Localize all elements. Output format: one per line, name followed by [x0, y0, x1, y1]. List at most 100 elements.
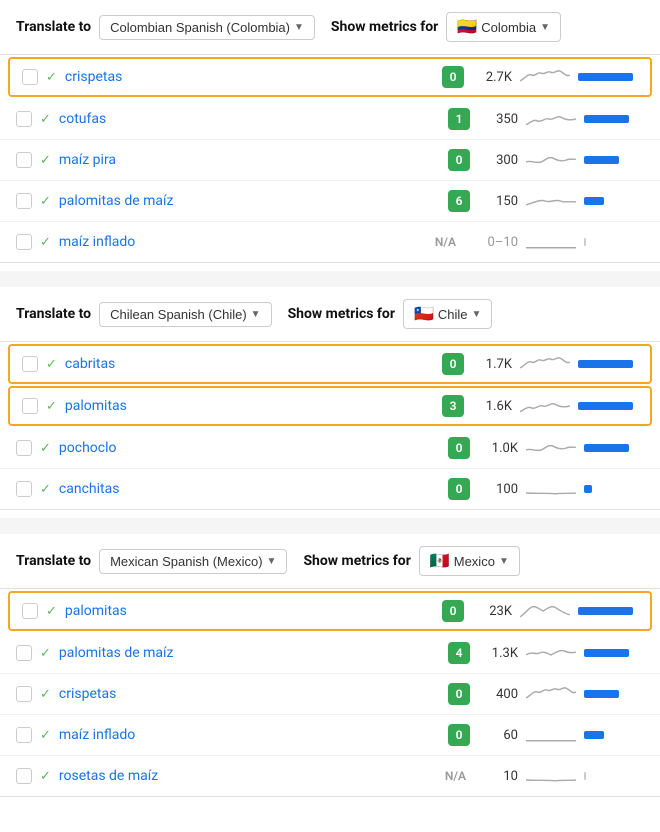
- row-badge: 0: [448, 683, 470, 705]
- row-checkmark-icon: ✓: [46, 357, 57, 372]
- row-checkmark-icon: ✓: [40, 441, 51, 456]
- translate-dropdown[interactable]: Colombian Spanish (Colombia)▼: [99, 15, 315, 40]
- row-bar-container: [584, 115, 644, 123]
- row-checkbox[interactable]: [16, 645, 32, 661]
- row-volume: 1.0K: [478, 441, 518, 456]
- row-badge: 0: [448, 437, 470, 459]
- row-checkbox[interactable]: [16, 481, 32, 497]
- row-sparkline: [526, 436, 576, 460]
- row-bar-container: [578, 607, 638, 615]
- translate-dropdown[interactable]: Mexican Spanish (Mexico)▼: [99, 549, 287, 574]
- row-checkbox[interactable]: [16, 234, 32, 250]
- table-row: ✓palomitas31.6K: [8, 386, 652, 426]
- row-keyword-name[interactable]: crispetas: [59, 686, 440, 702]
- row-checkbox[interactable]: [22, 69, 38, 85]
- row-bar: [584, 444, 629, 452]
- row-volume: 2.7K: [472, 70, 512, 85]
- row-sparkline: [526, 477, 576, 501]
- row-checkbox[interactable]: [16, 727, 32, 743]
- row-checkmark-icon: ✓: [40, 482, 51, 497]
- row-checkbox[interactable]: [16, 686, 32, 702]
- country-flag-icon: 🇨🇱: [414, 304, 434, 324]
- row-bar: [584, 772, 586, 780]
- row-checkmark-icon: ✓: [40, 687, 51, 702]
- table-row: ✓maíz inflado060: [0, 715, 660, 756]
- metrics-dropdown[interactable]: 🇨🇱Chile▼: [403, 299, 492, 329]
- row-keyword-name[interactable]: palomitas: [65, 398, 434, 414]
- row-keyword-name[interactable]: crispetas: [65, 69, 434, 85]
- row-sparkline: [520, 352, 570, 376]
- table-row: ✓ crispetas 0 400: [0, 674, 660, 715]
- metrics-dropdown[interactable]: 🇲🇽Mexico▼: [419, 546, 520, 576]
- row-checkmark-icon: ✓: [40, 769, 51, 784]
- section-colombia: Translate to Colombian Spanish (Colombia)…: [0, 0, 660, 263]
- row-keyword-name[interactable]: palomitas: [65, 603, 434, 619]
- row-bar: [584, 238, 586, 246]
- row-bar: [578, 402, 633, 410]
- row-checkmark-icon: ✓: [40, 646, 51, 661]
- row-bar: [584, 731, 604, 739]
- row-bar-container: [578, 360, 638, 368]
- row-bar-container: [584, 238, 644, 246]
- row-volume: 0–10: [468, 235, 518, 250]
- row-keyword-name[interactable]: maíz pira: [59, 152, 440, 168]
- row-bar-container: [584, 731, 644, 739]
- row-keyword-name[interactable]: pochoclo: [59, 440, 440, 456]
- row-sparkline: [526, 107, 576, 131]
- row-volume: 350: [478, 112, 518, 127]
- row-badge: 3: [442, 395, 464, 417]
- row-checkmark-icon: ✓: [40, 728, 51, 743]
- table-row: ✓palomitas023K: [8, 591, 652, 631]
- table-row: ✓maíz pira0300: [0, 140, 660, 181]
- row-keyword-name[interactable]: rosetas de maíz: [59, 768, 433, 784]
- metrics-dropdown[interactable]: 🇨🇴Colombia▼: [446, 12, 561, 42]
- row-checkbox[interactable]: [16, 440, 32, 456]
- translate-to-label: Translate to: [16, 553, 91, 569]
- table-chile: ✓cabritas01.7K✓palomitas31.6K✓pochoclo01…: [0, 341, 660, 510]
- metrics-country: Colombia: [481, 20, 536, 35]
- row-bar-container: [584, 485, 644, 493]
- row-checkbox[interactable]: [22, 356, 38, 372]
- row-bar: [584, 197, 604, 205]
- show-metrics-label: Show metrics for: [331, 19, 438, 35]
- country-flag-icon: 🇲🇽: [430, 551, 450, 571]
- row-checkmark-icon: ✓: [46, 604, 57, 619]
- row-keyword-name[interactable]: cotufas: [59, 111, 440, 127]
- section-header-mexico: Translate toMexican Spanish (Mexico)▼Sho…: [0, 534, 660, 588]
- row-volume: 10: [478, 769, 518, 784]
- translate-to-label: Translate to: [16, 19, 91, 35]
- row-checkmark-icon: ✓: [40, 235, 51, 250]
- row-checkbox[interactable]: [22, 603, 38, 619]
- row-keyword-name[interactable]: palomitas de maíz: [59, 645, 440, 661]
- row-checkbox[interactable]: [22, 398, 38, 414]
- row-volume: 400: [478, 687, 518, 702]
- table-row: ✓ rosetas de maíz N/A 10: [0, 756, 660, 796]
- row-keyword-name[interactable]: maíz inflado: [59, 727, 440, 743]
- row-checkbox[interactable]: [16, 193, 32, 209]
- row-checkbox[interactable]: [16, 768, 32, 784]
- row-sparkline: [520, 599, 570, 623]
- row-checkbox[interactable]: [16, 152, 32, 168]
- translate-dropdown[interactable]: Chilean Spanish (Chile)▼: [99, 302, 271, 327]
- table-row: ✓ maíz inflado N/A 0–10: [0, 222, 660, 262]
- row-keyword-name[interactable]: canchitas: [59, 481, 440, 497]
- row-badge-na: N/A: [431, 231, 460, 253]
- table-row: ✓crispetas02.7K: [8, 57, 652, 97]
- row-volume: 1.7K: [472, 357, 512, 372]
- row-checkmark-icon: ✓: [40, 112, 51, 127]
- table-row: ✓palomitas de maíz6150: [0, 181, 660, 222]
- row-badge: 0: [442, 600, 464, 622]
- row-checkbox[interactable]: [16, 111, 32, 127]
- table-row: ✓cabritas01.7K: [8, 344, 652, 384]
- row-volume: 300: [478, 153, 518, 168]
- row-badge: 1: [448, 108, 470, 130]
- chevron-down-icon: ▼: [540, 22, 550, 33]
- row-bar-container: [578, 402, 638, 410]
- row-badge: 0: [442, 66, 464, 88]
- translate-value: Mexican Spanish (Mexico): [110, 554, 262, 569]
- row-keyword-name[interactable]: maíz inflado: [59, 234, 423, 250]
- row-keyword-name[interactable]: cabritas: [65, 356, 434, 372]
- row-checkmark-icon: ✓: [40, 153, 51, 168]
- row-keyword-name[interactable]: palomitas de maíz: [59, 193, 440, 209]
- row-badge-na: N/A: [441, 765, 470, 787]
